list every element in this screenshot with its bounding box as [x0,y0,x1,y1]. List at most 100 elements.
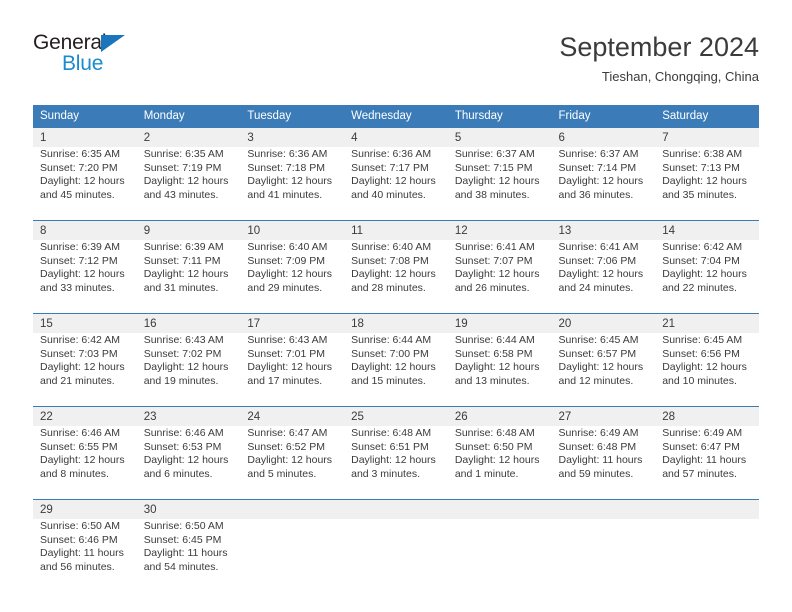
day-number[interactable]: 6 [551,127,656,147]
sunset-text: Sunset: 7:07 PM [454,254,533,267]
day-cell[interactable]: Sunrise: 6:37 AM Sunset: 7:15 PM Dayligh… [447,147,552,221]
day-cell[interactable]: Sunrise: 6:36 AM Sunset: 7:18 PM Dayligh… [240,147,345,221]
day-cell[interactable]: Sunrise: 6:49 AM Sunset: 6:47 PM Dayligh… [655,426,759,500]
page-header: General Blue September 2024 Tieshan, Cho… [33,30,759,98]
daylight-text-line2: and 41 minutes. [247,188,323,201]
logo-text-blue: Blue [62,52,104,75]
day-number[interactable]: 22 [33,406,137,426]
day-number[interactable]: 8 [33,220,137,240]
day-number[interactable]: 23 [136,406,241,426]
day-number[interactable]: 15 [33,313,137,333]
day-cell[interactable]: Sunrise: 6:39 AM Sunset: 7:11 PM Dayligh… [136,240,241,314]
day-number[interactable]: 7 [655,127,759,147]
day-cell[interactable]: Sunrise: 6:40 AM Sunset: 7:08 PM Dayligh… [344,240,448,314]
daylight-text-line2: and 15 minutes. [351,374,426,387]
day-cell[interactable]: Sunrise: 6:40 AM Sunset: 7:09 PM Dayligh… [240,240,345,314]
day-number[interactable]: 11 [344,220,448,240]
day-cell[interactable]: Sunrise: 6:48 AM Sunset: 6:50 PM Dayligh… [447,426,552,500]
day-number[interactable]: 13 [551,220,656,240]
sunset-text: Sunset: 7:18 PM [247,161,326,174]
day-cell[interactable]: Sunrise: 6:46 AM Sunset: 6:55 PM Dayligh… [33,426,137,500]
day-number[interactable]: 18 [344,313,448,333]
daylight-text-line1: Daylight: 12 hours [143,454,229,467]
day-number[interactable]: 27 [551,406,656,426]
day-cell[interactable]: Sunrise: 6:43 AM Sunset: 7:02 PM Dayligh… [136,333,241,407]
week-row-daynumbers: 29 30 [33,499,759,519]
day-cell[interactable]: Sunrise: 6:42 AM Sunset: 7:03 PM Dayligh… [33,333,137,407]
day-number[interactable]: 21 [655,313,759,333]
day-number[interactable]: 26 [447,406,552,426]
day-number[interactable]: 1 [33,127,137,147]
day-number[interactable]: 5 [447,127,552,147]
day-cell[interactable]: Sunrise: 6:38 AM Sunset: 7:13 PM Dayligh… [655,147,759,221]
daylight-text-line2: and 8 minutes. [40,467,109,480]
day-cell[interactable]: Sunrise: 6:49 AM Sunset: 6:48 PM Dayligh… [551,426,656,500]
sunrise-text: Sunrise: 6:39 AM [40,241,120,253]
day-number[interactable]: 30 [136,499,241,519]
day-number[interactable]: 16 [136,313,241,333]
day-cell[interactable]: Sunrise: 6:36 AM Sunset: 7:17 PM Dayligh… [344,147,448,221]
calendar-page: General Blue September 2024 Tieshan, Cho… [0,0,792,612]
weekday-header-tuesday: Tuesday [240,105,345,128]
sunrise-text: Sunrise: 6:44 AM [351,334,432,346]
day-number[interactable]: 3 [240,127,345,147]
daylight-text-line1: Daylight: 12 hours [662,361,747,374]
daylight-text-line1: Daylight: 12 hours [558,361,644,374]
day-number[interactable]: 17 [240,313,345,333]
day-number[interactable]: 4 [344,127,448,147]
day-cell[interactable]: Sunrise: 6:41 AM Sunset: 7:07 PM Dayligh… [447,240,552,314]
day-number[interactable]: 28 [655,406,759,426]
sunset-text: Sunset: 7:13 PM [662,161,740,174]
sunrise-text: Sunrise: 6:40 AM [247,241,328,253]
day-cell[interactable]: Sunrise: 6:45 AM Sunset: 6:56 PM Dayligh… [655,333,759,407]
day-cell[interactable]: Sunrise: 6:48 AM Sunset: 6:51 PM Dayligh… [344,426,448,500]
day-number[interactable]: 20 [551,313,656,333]
daylight-text-line1: Daylight: 12 hours [143,175,229,188]
sunrise-text: Sunrise: 6:43 AM [247,334,328,346]
daylight-text-line2: and 35 minutes. [662,188,737,201]
daylight-text-line1: Daylight: 12 hours [454,268,540,281]
day-number[interactable]: 2 [136,127,241,147]
day-number[interactable]: 9 [136,220,241,240]
day-cell-empty [551,519,656,592]
day-cell[interactable]: Sunrise: 6:44 AM Sunset: 7:00 PM Dayligh… [344,333,448,407]
day-number[interactable]: 25 [344,406,448,426]
daylight-text-line1: Daylight: 12 hours [143,268,229,281]
sunset-text: Sunset: 7:01 PM [247,347,326,360]
day-cell[interactable]: Sunrise: 6:50 AM Sunset: 6:45 PM Dayligh… [136,519,241,592]
day-cell[interactable]: Sunrise: 6:37 AM Sunset: 7:14 PM Dayligh… [551,147,656,221]
week-row-daynumbers: 1 2 3 4 5 6 7 [33,127,759,147]
daylight-text-line2: and 59 minutes. [558,467,634,480]
daylight-text-line1: Daylight: 12 hours [247,175,333,188]
day-cell[interactable]: Sunrise: 6:43 AM Sunset: 7:01 PM Dayligh… [240,333,345,407]
day-cell[interactable]: Sunrise: 6:42 AM Sunset: 7:04 PM Dayligh… [655,240,759,314]
day-number-empty [551,499,656,519]
daylight-text-line2: and 40 minutes. [351,188,426,201]
day-number[interactable]: 29 [33,499,137,519]
day-cell[interactable]: Sunrise: 6:46 AM Sunset: 6:53 PM Dayligh… [136,426,241,500]
day-cell[interactable]: Sunrise: 6:41 AM Sunset: 7:06 PM Dayligh… [551,240,656,314]
calendar-body: 1 2 3 4 5 6 7 Sunrise: 6:35 AM Sunset: 7… [33,127,759,592]
day-cell[interactable]: Sunrise: 6:47 AM Sunset: 6:52 PM Dayligh… [240,426,345,500]
daylight-text-line2: and 38 minutes. [454,188,530,201]
daylight-text-line2: and 24 minutes. [558,281,634,294]
day-cell[interactable]: Sunrise: 6:35 AM Sunset: 7:19 PM Dayligh… [136,147,241,221]
day-number[interactable]: 24 [240,406,345,426]
sunrise-text: Sunrise: 6:37 AM [454,148,535,160]
daylight-text-line2: and 56 minutes. [40,560,115,573]
day-number[interactable]: 19 [447,313,552,333]
day-cell[interactable]: Sunrise: 6:44 AM Sunset: 6:58 PM Dayligh… [447,333,552,407]
day-cell[interactable]: Sunrise: 6:50 AM Sunset: 6:46 PM Dayligh… [33,519,137,592]
weekday-header-saturday: Saturday [655,105,759,128]
sunset-text: Sunset: 7:00 PM [351,347,429,360]
day-number[interactable]: 10 [240,220,345,240]
day-number[interactable]: 14 [655,220,759,240]
general-blue-logo[interactable]: General Blue [33,32,153,78]
sunset-text: Sunset: 6:52 PM [247,440,326,453]
day-cell[interactable]: Sunrise: 6:39 AM Sunset: 7:12 PM Dayligh… [33,240,137,314]
day-cell[interactable]: Sunrise: 6:35 AM Sunset: 7:20 PM Dayligh… [33,147,137,221]
day-number[interactable]: 12 [447,220,552,240]
sunrise-text: Sunrise: 6:42 AM [662,241,743,253]
daylight-text-line1: Daylight: 12 hours [351,268,436,281]
day-cell[interactable]: Sunrise: 6:45 AM Sunset: 6:57 PM Dayligh… [551,333,656,407]
